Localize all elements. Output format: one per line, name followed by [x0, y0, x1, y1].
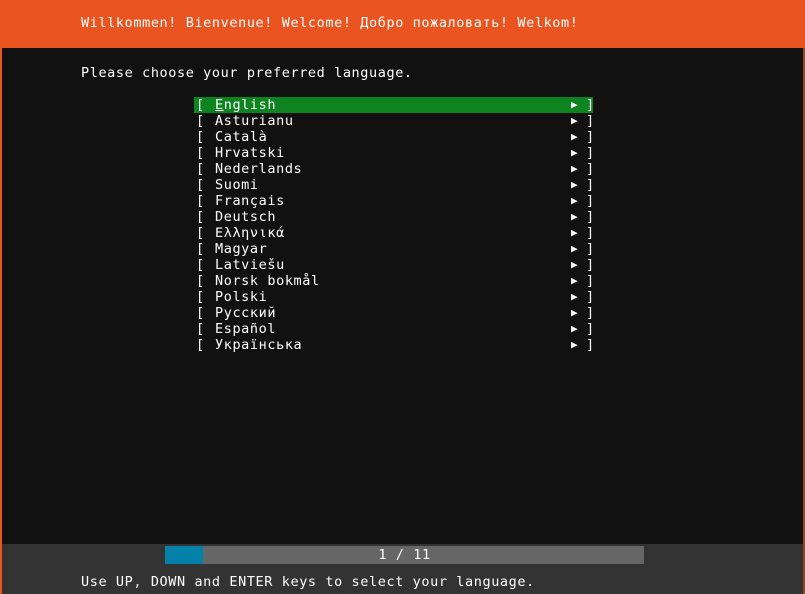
bracket-close: ]: [586, 161, 595, 177]
submenu-arrow-icon: ▶: [571, 226, 579, 239]
bracket-open: [: [196, 113, 205, 129]
language-option-magyar[interactable]: [ Magyar ▶]: [194, 241, 595, 257]
language-prompt: Please choose your preferred language.: [81, 65, 413, 81]
language-option-hrvatski[interactable]: [ Hrvatski ▶]: [194, 145, 595, 161]
bracket-open: [: [196, 145, 205, 161]
welcome-header-bar: Willkommen! Bienvenue! Welcome! Добро по…: [0, 0, 805, 48]
language-option-label: Español: [215, 321, 277, 337]
language-option-latviešu[interactable]: [ Latviešu ▶]: [194, 257, 595, 273]
language-option-русский[interactable]: [ Русский ▶]: [194, 305, 595, 321]
installer-screen: Willkommen! Bienvenue! Welcome! Добро по…: [0, 0, 805, 594]
bracket-open: [: [196, 97, 205, 113]
language-option-français[interactable]: [ Français ▶]: [194, 193, 595, 209]
language-option-català[interactable]: [ Català ▶]: [194, 129, 595, 145]
bracket-close: ]: [586, 193, 595, 209]
language-option-label: Norsk bokmål: [215, 273, 320, 289]
bracket-open: [: [196, 241, 205, 257]
keyboard-hint-text: Use UP, DOWN and ENTER keys to select yo…: [81, 574, 535, 590]
language-option-label: Polski: [215, 289, 268, 305]
language-option-label: Русский: [215, 305, 277, 321]
language-option-nederlands[interactable]: [ Nederlands ▶]: [194, 161, 595, 177]
submenu-arrow-icon: ▶: [571, 274, 579, 287]
progress-step-label: 1 / 11: [378, 547, 431, 563]
language-option-label: Ελληνικά: [215, 225, 285, 241]
bracket-open: [: [196, 177, 205, 193]
bracket-close: ]: [586, 113, 595, 129]
bracket-open: [: [196, 193, 205, 209]
bracket-close: ]: [586, 241, 595, 257]
bracket-open: [: [196, 209, 205, 225]
bracket-open: [: [196, 257, 205, 273]
bracket-open: [: [196, 129, 205, 145]
bracket-close: ]: [586, 273, 595, 289]
bracket-open: [: [196, 305, 205, 321]
submenu-arrow-icon: ▶: [571, 242, 579, 255]
bracket-close: ]: [586, 257, 595, 273]
bracket-close: ]: [586, 337, 595, 353]
bracket-open: [: [196, 289, 205, 305]
bracket-close: ]: [586, 225, 595, 241]
submenu-arrow-icon: ▶: [571, 130, 579, 143]
language-option-label: Magyar: [215, 241, 268, 257]
bracket-close: ]: [586, 289, 595, 305]
submenu-arrow-icon: ▶: [571, 178, 579, 191]
language-option-asturianu[interactable]: [ Asturianu ▶]: [194, 113, 595, 129]
submenu-arrow-icon: ▶: [571, 306, 579, 319]
submenu-arrow-icon: ▶: [571, 98, 579, 111]
language-option-suomi[interactable]: [ Suomi ▶]: [194, 177, 595, 193]
language-option-label: English: [215, 97, 277, 113]
language-option-español[interactable]: [ Español ▶]: [194, 321, 595, 337]
language-option-label: Українська: [215, 337, 303, 353]
bracket-close: ]: [586, 97, 595, 113]
welcome-title: Willkommen! Bienvenue! Welcome! Добро по…: [81, 15, 579, 31]
language-option-label: Hrvatski: [215, 145, 285, 161]
submenu-arrow-icon: ▶: [571, 162, 579, 175]
language-option-label: Nederlands: [215, 161, 303, 177]
submenu-arrow-icon: ▶: [571, 322, 579, 335]
installer-footer: 1 / 11 Use UP, DOWN and ENTER keys to se…: [0, 544, 805, 594]
progress-bar: 1 / 11: [165, 546, 644, 564]
bracket-close: ]: [586, 305, 595, 321]
language-option-label: Català: [215, 129, 268, 145]
bracket-close: ]: [586, 177, 595, 193]
submenu-arrow-icon: ▶: [571, 146, 579, 159]
language-option-ελληνικά[interactable]: [ Ελληνικά ▶]: [194, 225, 595, 241]
submenu-arrow-icon: ▶: [571, 258, 579, 271]
bracket-close: ]: [586, 209, 595, 225]
submenu-arrow-icon: ▶: [571, 290, 579, 303]
bracket-open: [: [196, 321, 205, 337]
accelerator-key: E: [215, 97, 224, 113]
language-option-label: Deutsch: [215, 209, 277, 225]
submenu-arrow-icon: ▶: [571, 338, 579, 351]
bracket-open: [: [196, 273, 205, 289]
submenu-arrow-icon: ▶: [571, 194, 579, 207]
bracket-close: ]: [586, 145, 595, 161]
language-option-polski[interactable]: [ Polski ▶]: [194, 289, 595, 305]
bracket-close: ]: [586, 321, 595, 337]
language-option-label: Français: [215, 193, 285, 209]
language-option-українська[interactable]: [ Українська ▶]: [194, 337, 595, 353]
language-list[interactable]: [ English ▶] [ Asturianu ▶] [ Català ▶] [ Hrvatski…: [194, 97, 595, 353]
terminal-body: Please choose your preferred language. […: [0, 48, 805, 544]
language-option-label: Asturianu: [215, 113, 294, 129]
language-option-english[interactable]: [ English ▶]: [194, 97, 595, 113]
bracket-close: ]: [586, 129, 595, 145]
submenu-arrow-icon: ▶: [571, 114, 579, 127]
bracket-open: [: [196, 337, 205, 353]
language-option-deutsch[interactable]: [ Deutsch ▶]: [194, 209, 595, 225]
language-option-norsk-bokmål[interactable]: [ Norsk bokmål ▶]: [194, 273, 595, 289]
bracket-open: [: [196, 161, 205, 177]
language-option-label: Suomi: [215, 177, 259, 193]
bracket-open: [: [196, 225, 205, 241]
language-option-label: Latviešu: [215, 257, 285, 273]
submenu-arrow-icon: ▶: [571, 210, 579, 223]
